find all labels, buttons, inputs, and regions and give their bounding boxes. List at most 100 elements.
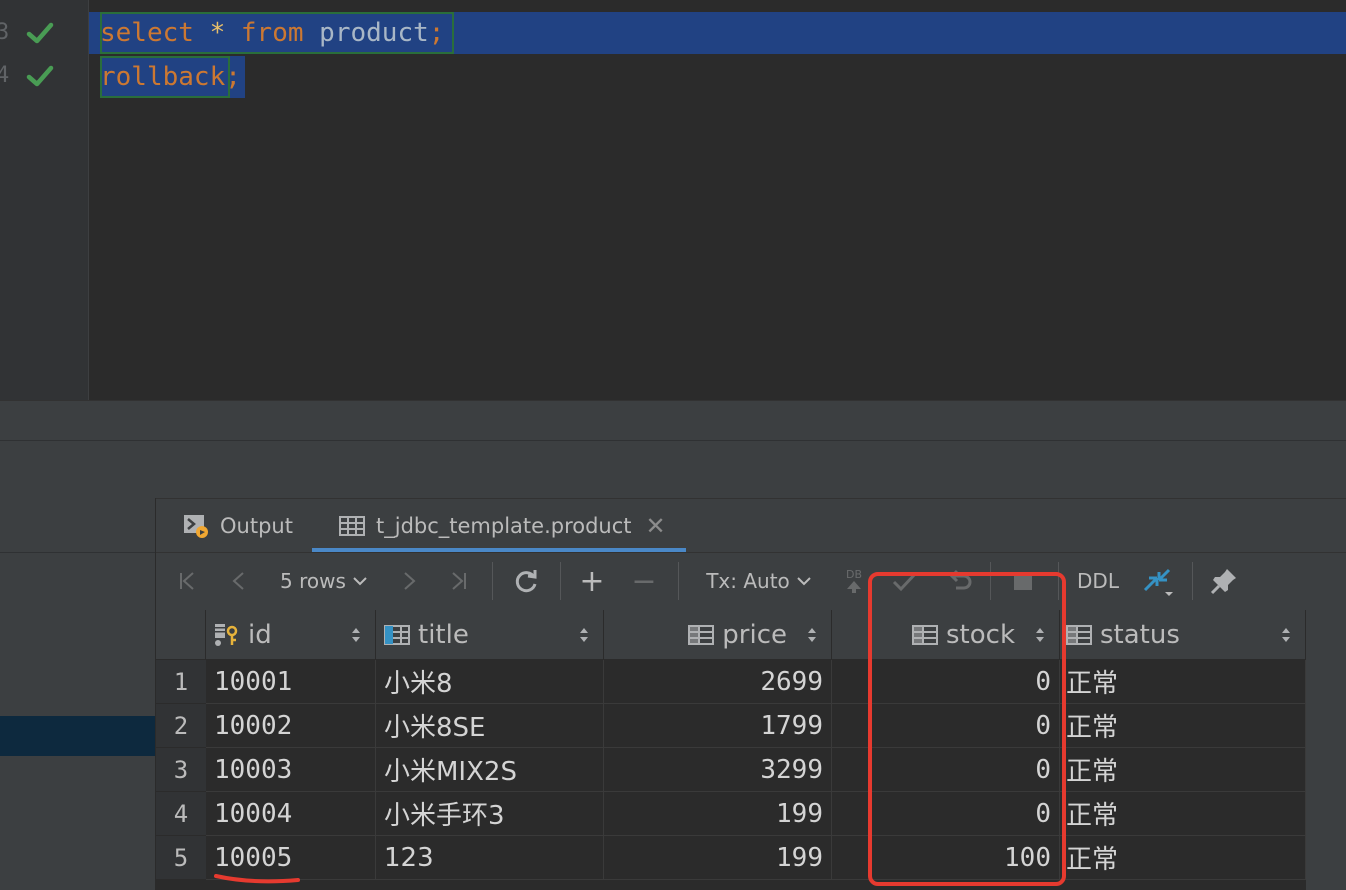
cell-id[interactable]: 10001 (206, 660, 376, 704)
column-header-status[interactable]: status (1060, 610, 1306, 660)
cell-id[interactable]: 10002 (206, 704, 376, 748)
pin-icon[interactable] (1206, 552, 1242, 610)
cell-id[interactable]: 10004 (206, 792, 376, 836)
cell-title[interactable]: 123 (376, 836, 604, 880)
cell-status[interactable]: 正常 (1060, 660, 1306, 704)
cell-status[interactable]: 正常 (1060, 748, 1306, 792)
tab-label: t_jdbc_template.product (376, 514, 632, 538)
keyword: from (240, 18, 304, 48)
row-number[interactable]: 3 (156, 748, 206, 792)
tx-mode-dropdown[interactable]: Tx: Auto (700, 552, 818, 610)
row-number[interactable]: 2 (156, 704, 206, 748)
compare-icon[interactable] (1138, 552, 1178, 610)
stock-column-highlight-box (868, 572, 1066, 886)
tx-mode-label: Tx: Auto (706, 569, 790, 593)
add-row-icon[interactable]: + (576, 552, 608, 610)
cell-status-text: 正常 (1066, 669, 1119, 699)
toolbar-separator (560, 562, 561, 600)
rows-count-dropdown[interactable]: 5 rows (272, 552, 376, 610)
toolbar-separator (678, 562, 679, 600)
check-icon (26, 65, 54, 87)
row-number-header (156, 610, 206, 660)
rows-count-label: 5 rows (280, 569, 346, 593)
column-header-price[interactable]: price (604, 610, 832, 660)
console-run-icon (184, 515, 208, 538)
identifier: product (319, 18, 429, 48)
column-icon (384, 624, 410, 645)
line-number: 4 (0, 63, 10, 88)
cell-title-text: 123 (384, 842, 434, 873)
column-icon (688, 624, 715, 645)
sort-icon[interactable] (579, 625, 589, 645)
semicolon: ; (225, 62, 241, 92)
cell-status-text: 正常 (1066, 757, 1119, 787)
next-page-icon[interactable] (394, 552, 424, 610)
cell-price[interactable]: 3299 (604, 748, 832, 792)
tab-product-table[interactable]: t_jdbc_template.product ✕ (338, 499, 666, 553)
db-label: DB (845, 567, 863, 581)
column-name: id (248, 619, 272, 650)
column-header-id[interactable]: id (206, 610, 376, 660)
chevron-down-icon (797, 577, 811, 586)
ddl-button[interactable]: DDL (1070, 552, 1126, 610)
cell-status-text: 正常 (1066, 713, 1119, 743)
db-submit-icon[interactable]: DB (840, 552, 868, 610)
primary-key-column-icon (215, 623, 238, 646)
cell-title-text: 小米MIX2S (384, 757, 517, 787)
row-number[interactable]: 1 (156, 660, 206, 704)
sort-icon[interactable] (1281, 625, 1291, 645)
previous-page-icon[interactable] (224, 552, 254, 610)
divider (0, 552, 155, 553)
editor-gutter: 3 4 (0, 0, 89, 400)
services-header (0, 440, 1346, 499)
tab-label: Output (220, 514, 293, 538)
column-icon (1066, 624, 1092, 645)
cell-price[interactable]: 1799 (604, 704, 832, 748)
sort-icon[interactable] (351, 625, 361, 645)
column-header-title[interactable]: title (376, 610, 604, 660)
row-number[interactable]: 4 (156, 792, 206, 836)
toolbar-separator (1192, 562, 1193, 600)
delete-row-icon[interactable]: − (628, 552, 660, 610)
sort-icon[interactable] (807, 625, 817, 645)
code-line-3[interactable]: select * from product; (100, 13, 444, 53)
column-name: price (722, 619, 787, 650)
cell-price[interactable]: 2699 (604, 660, 832, 704)
grid-scroll-area[interactable] (1306, 610, 1346, 890)
cell-price[interactable]: 199 (604, 836, 832, 880)
check-icon (26, 22, 54, 44)
row-number[interactable]: 5 (156, 836, 206, 880)
panel-splitter[interactable] (0, 400, 1346, 441)
close-icon[interactable]: ✕ (646, 512, 666, 540)
cell-title[interactable]: 小米MIX2S (376, 748, 604, 792)
cell-title[interactable]: 小米手环3 (376, 792, 604, 836)
keyword: select (100, 18, 194, 48)
tab-output[interactable]: Output (182, 499, 293, 553)
selected-tree-item[interactable] (0, 716, 155, 756)
chevron-down-icon (353, 577, 367, 586)
last-page-icon[interactable] (444, 552, 474, 610)
cell-title[interactable]: 小米8 (376, 660, 604, 704)
cell-status-text: 正常 (1066, 801, 1119, 831)
cell-id[interactable]: 10003 (206, 748, 376, 792)
semicolon: ; (428, 18, 445, 48)
first-page-icon[interactable] (172, 552, 202, 610)
cell-title[interactable]: 小米8SE (376, 704, 604, 748)
refresh-icon[interactable] (508, 552, 544, 610)
cell-status-text: 正常 (1066, 845, 1119, 875)
cell-status[interactable]: 正常 (1060, 704, 1306, 748)
cell-title-text: 小米手环3 (384, 801, 505, 831)
line-number: 3 (0, 20, 10, 45)
code-line-4[interactable]: rollback; (100, 57, 241, 97)
cell-title-text: 小米8 (384, 669, 453, 699)
toolbar-separator (492, 562, 493, 600)
services-tree[interactable] (0, 498, 156, 890)
cell-status[interactable]: 正常 (1060, 836, 1306, 880)
result-tabs: Output t_jdbc_template.product ✕ (156, 498, 1346, 553)
cell-status[interactable]: 正常 (1060, 792, 1306, 836)
keyword: rollback (100, 62, 226, 92)
id-underline-annotation (214, 874, 300, 884)
operator: * (209, 18, 226, 48)
cell-price[interactable]: 199 (604, 792, 832, 836)
cell-title-text: 小米8SE (384, 713, 486, 743)
